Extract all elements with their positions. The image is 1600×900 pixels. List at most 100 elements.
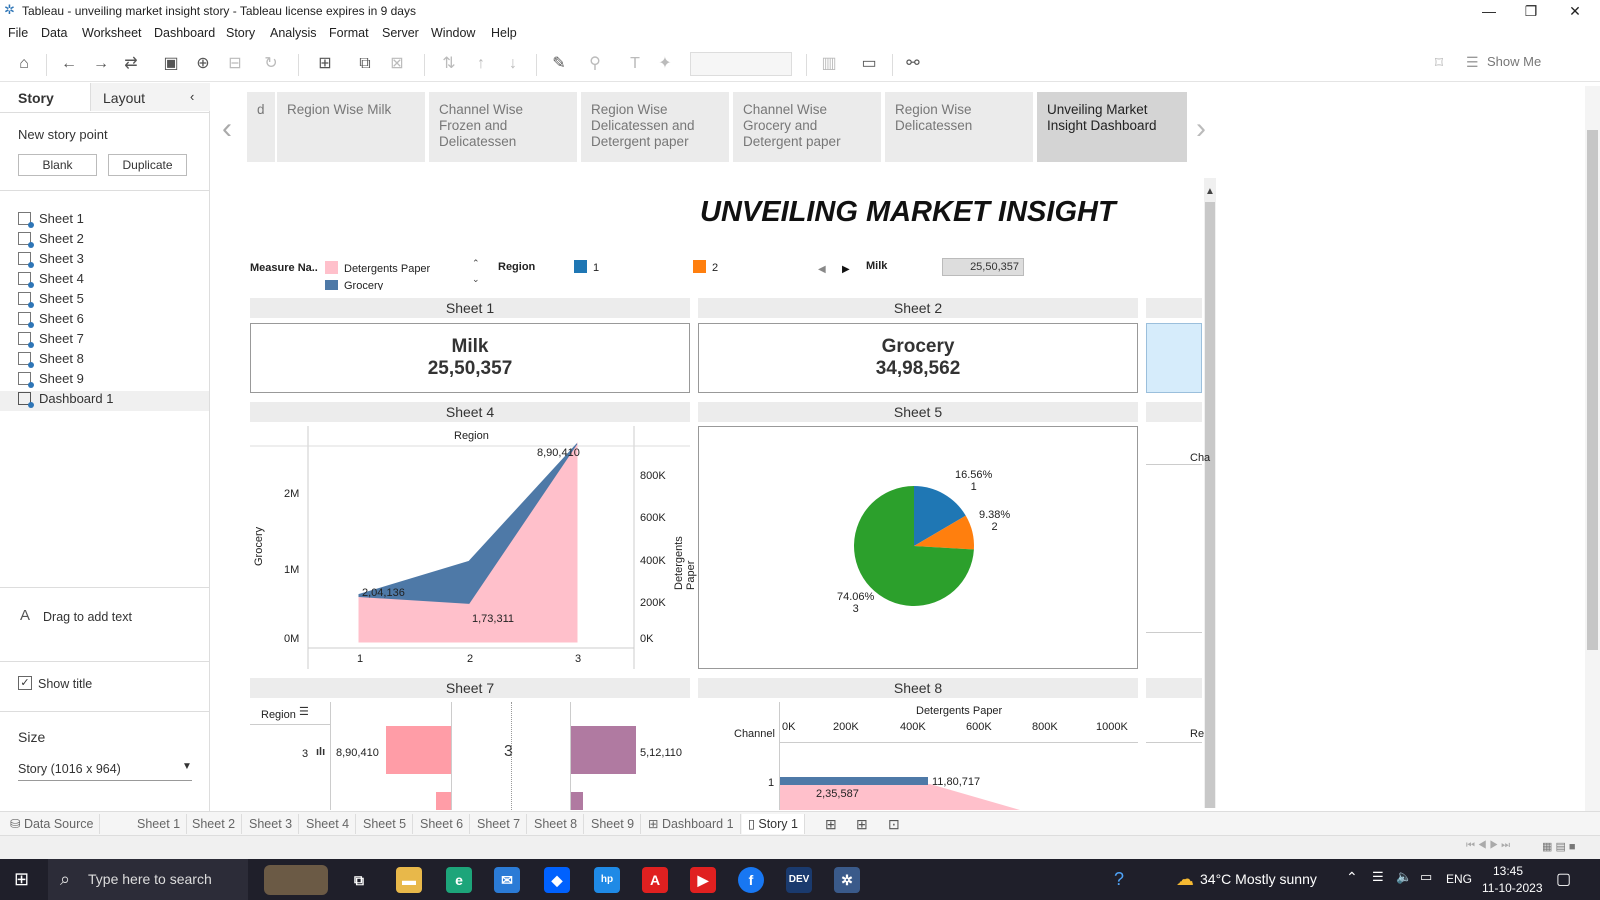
tab-sheet[interactable]: Sheet 6 xyxy=(414,814,471,834)
menu-story[interactable]: Story xyxy=(226,26,255,40)
clock-time[interactable]: 13:45 xyxy=(1493,864,1523,878)
scroll-up-icon[interactable]: ▲ xyxy=(1205,186,1215,197)
tab-sheet[interactable]: Sheet 4 xyxy=(300,814,357,834)
sort-descending-icon[interactable]: ↓ xyxy=(502,54,524,74)
close-icon[interactable]: ✕ xyxy=(1552,0,1598,22)
tab-story[interactable]: Story xyxy=(18,85,54,111)
home-icon[interactable]: ⌂ xyxy=(13,54,35,74)
new-dashboard-tab-icon[interactable]: ⊞ xyxy=(856,816,868,833)
new-worksheet-icon[interactable]: ⊞ xyxy=(314,54,336,74)
acrobat-icon[interactable]: A xyxy=(642,867,668,893)
show-me-button[interactable]: Show Me xyxy=(1487,54,1541,69)
menu-window[interactable]: Window xyxy=(431,26,475,40)
dashboard-list-item[interactable]: Dashboard 1 xyxy=(0,391,209,411)
story-prev-arrow-icon[interactable]: ‹ xyxy=(222,112,232,146)
undo-icon[interactable]: ← xyxy=(58,54,80,74)
duplicate-sheet-icon[interactable]: ⧉ xyxy=(354,54,376,74)
drag-to-add-text[interactable]: Drag to add text xyxy=(43,610,132,624)
sheet-list-item[interactable]: Sheet 9 xyxy=(18,371,84,388)
sheet-list-item[interactable]: Sheet 6 xyxy=(18,311,84,328)
save-icon[interactable]: ▣ xyxy=(160,54,182,74)
new-worksheet-tab-icon[interactable]: ⊞ xyxy=(825,816,837,833)
story-point[interactable]: Channel Wise Grocery and Detergent paper xyxy=(733,92,881,162)
network-icon[interactable]: ☰ xyxy=(1372,869,1384,885)
story-point[interactable]: Region Wise Milk xyxy=(277,92,425,162)
story-next-arrow-icon[interactable]: › xyxy=(1196,112,1206,146)
mail-icon[interactable]: ✉ xyxy=(494,867,520,893)
battery-icon[interactable]: ▭ xyxy=(1420,869,1432,885)
menu-data[interactable]: Data xyxy=(41,26,67,40)
legend-item[interactable]: Detergents Paper xyxy=(344,263,430,275)
story-scroll-thumb[interactable] xyxy=(1587,130,1598,650)
legend-scroll-down-icon[interactable]: ⌄ xyxy=(472,274,480,285)
dashboard-scroll-thumb[interactable] xyxy=(1205,202,1215,808)
filter-next-icon[interactable]: ▶ xyxy=(842,264,850,275)
new-story-tab-icon[interactable]: ⊡ xyxy=(888,816,900,833)
restore-icon[interactable]: ❐ xyxy=(1508,0,1554,22)
swap-icon[interactable]: ⇅ xyxy=(438,54,460,74)
chevron-down-icon[interactable]: ▼ xyxy=(182,761,192,772)
file-explorer-icon[interactable]: ▬ xyxy=(396,867,422,893)
sheet-list-item[interactable]: Sheet 8 xyxy=(18,351,84,368)
help-icon[interactable]: ? xyxy=(1114,869,1124,890)
menu-server[interactable]: Server xyxy=(382,26,419,40)
pause-updates-icon[interactable]: ⊟ xyxy=(224,54,246,74)
menu-help[interactable]: Help xyxy=(491,26,517,40)
fit-dropdown[interactable] xyxy=(690,52,792,76)
story-point[interactable]: d xyxy=(247,92,275,162)
sheet-list-item[interactable]: Sheet 2 xyxy=(18,231,84,248)
tab-sheet[interactable]: Sheet 3 xyxy=(243,814,300,834)
sheet-list-item[interactable]: Sheet 7 xyxy=(18,331,84,348)
legend-item[interactable]: Grocery xyxy=(344,280,383,290)
tab-sheet[interactable]: Sheet 2 xyxy=(186,814,243,834)
menu-analysis[interactable]: Analysis xyxy=(270,26,317,40)
tab-sheet[interactable]: Sheet 1 xyxy=(131,814,188,834)
edge-icon[interactable]: e xyxy=(446,867,472,893)
sheet-list-item[interactable]: Sheet 5 xyxy=(18,291,84,308)
replay-icon[interactable]: ⇄ xyxy=(120,54,142,74)
story-point[interactable]: Region Wise Delicatessen xyxy=(885,92,1033,162)
tab-sheet[interactable]: Sheet 5 xyxy=(357,814,414,834)
labels-icon[interactable]: T xyxy=(624,54,646,74)
tab-sheet[interactable]: Sheet 9 xyxy=(585,814,642,834)
first-page-icon[interactable]: ⏮ ◀ ▶ ⏭ xyxy=(1466,840,1510,851)
milk-filter-slider[interactable]: 25,50,357 xyxy=(942,258,1024,276)
windows-start-icon[interactable]: ⊞ xyxy=(14,869,29,890)
share-icon[interactable]: ⚯ xyxy=(902,54,924,74)
fix-axes-icon[interactable]: ✦ xyxy=(654,54,676,74)
volume-muted-icon[interactable]: 🔈 xyxy=(1396,869,1412,885)
duplicate-button[interactable]: Duplicate xyxy=(108,154,187,176)
search-highlight-image[interactable] xyxy=(264,865,328,895)
menu-worksheet[interactable]: Worksheet xyxy=(82,26,142,40)
myhp-icon[interactable]: hp xyxy=(594,867,620,893)
clear-sheet-icon[interactable]: ⊠ xyxy=(386,54,408,74)
tab-layout[interactable]: Layout xyxy=(103,85,145,111)
facebook-icon[interactable]: f xyxy=(738,867,764,893)
collapse-pane-icon[interactable]: ‹ xyxy=(190,89,194,104)
menu-format[interactable]: Format xyxy=(329,26,369,40)
menu-file[interactable]: File xyxy=(8,26,28,40)
notification-icon[interactable]: ▢ xyxy=(1556,869,1571,889)
group-icon[interactable]: ⚲ xyxy=(584,54,606,74)
legend-item[interactable]: 2 xyxy=(712,262,718,274)
blank-button[interactable]: Blank xyxy=(18,154,97,176)
highlight-icon[interactable]: ✎ xyxy=(548,54,570,74)
show-title-checkbox[interactable]: ✓ xyxy=(18,676,32,690)
sheet-list-item[interactable]: Sheet 4 xyxy=(18,271,84,288)
tab-story[interactable]: ▯ Story 1 xyxy=(742,814,805,834)
refresh-icon[interactable]: ↻ xyxy=(260,54,282,74)
dropbox-icon[interactable]: ◆ xyxy=(544,867,570,893)
legend-scroll-up-icon[interactable]: ⌃ xyxy=(472,258,480,269)
sheet-list-item[interactable]: Sheet 3 xyxy=(18,251,84,268)
taskbar-search[interactable]: Type here to search xyxy=(48,859,248,900)
sheet-list-item[interactable]: Sheet 1 xyxy=(18,211,84,228)
tableau-taskbar-icon[interactable]: ✲ xyxy=(834,867,860,893)
new-data-source-icon[interactable]: ⊕ xyxy=(192,54,214,74)
task-view-icon[interactable]: ⧉ xyxy=(346,867,372,893)
devcpp-icon[interactable]: DEV xyxy=(786,867,812,893)
minimize-icon[interactable]: — xyxy=(1466,0,1512,22)
show-cards-icon[interactable]: ▥ xyxy=(818,54,840,74)
grid-view-icon[interactable]: ▦ ▤ ■ xyxy=(1542,840,1576,853)
menu-dashboard[interactable]: Dashboard xyxy=(154,26,215,40)
weather-text[interactable]: 34°C Mostly sunny xyxy=(1200,871,1317,887)
